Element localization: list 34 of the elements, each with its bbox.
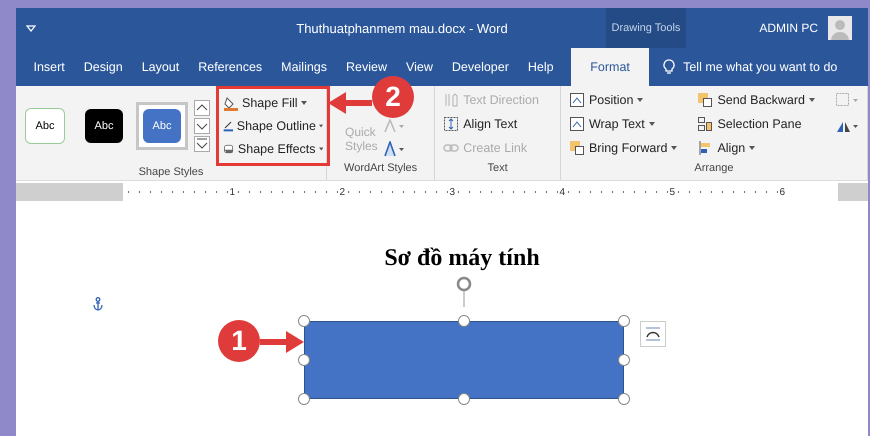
ribbon-tab[interactable]: Insert bbox=[24, 48, 74, 86]
ruler-number: 1 bbox=[228, 186, 236, 198]
arrange-command[interactable]: Selection Pane bbox=[717, 117, 802, 131]
ruler-number: 6 bbox=[778, 186, 786, 198]
ribbon-tab[interactable]: Layout bbox=[132, 48, 189, 86]
arrange-command[interactable]: Position bbox=[588, 93, 634, 107]
group-label: Text bbox=[486, 162, 509, 176]
ruler-number: 2 bbox=[338, 186, 346, 198]
ruler-number: 4 bbox=[558, 186, 566, 198]
context-tab-label: Drawing Tools bbox=[606, 8, 686, 48]
group-label: Arrange bbox=[693, 162, 735, 176]
shape-command[interactable]: Shape Outline bbox=[236, 118, 316, 133]
ribbon-tab[interactable]: Format bbox=[571, 48, 650, 86]
ribbon-tab[interactable]: Design bbox=[74, 48, 132, 86]
user-name[interactable]: ADMIN PC bbox=[759, 21, 818, 35]
ribbon-tab[interactable]: Developer bbox=[442, 48, 518, 86]
window-title: Thuthuatphanmem mau.docx - Word bbox=[295, 20, 509, 36]
arrange-command[interactable]: Wrap Text bbox=[588, 117, 645, 131]
style-preset[interactable]: Abc bbox=[136, 102, 188, 150]
text-command[interactable]: Align Text bbox=[463, 117, 518, 131]
ruler-number: 5 bbox=[668, 186, 676, 198]
shape-command[interactable]: Shape Fill bbox=[242, 96, 298, 110]
arrange-command[interactable]: Bring Forward bbox=[588, 141, 668, 155]
ribbon-tab[interactable]: Mailings bbox=[272, 48, 337, 86]
arrange-command[interactable]: Align bbox=[717, 141, 746, 155]
arrange-command[interactable]: Send Backward bbox=[717, 93, 805, 107]
group-label: Shape Styles bbox=[138, 166, 204, 180]
ribbon-tab[interactable]: Help bbox=[518, 48, 564, 86]
tell-me-search[interactable]: Tell me what you want to do bbox=[683, 60, 838, 74]
group-label: WordArt Styles bbox=[343, 162, 418, 176]
document-heading: Sơ đồ máy tính bbox=[383, 245, 541, 272]
shape-command[interactable]: Shape Effects bbox=[238, 142, 316, 156]
ruler-number: 3 bbox=[448, 186, 456, 198]
ribbon-tab[interactable]: References bbox=[188, 48, 272, 86]
